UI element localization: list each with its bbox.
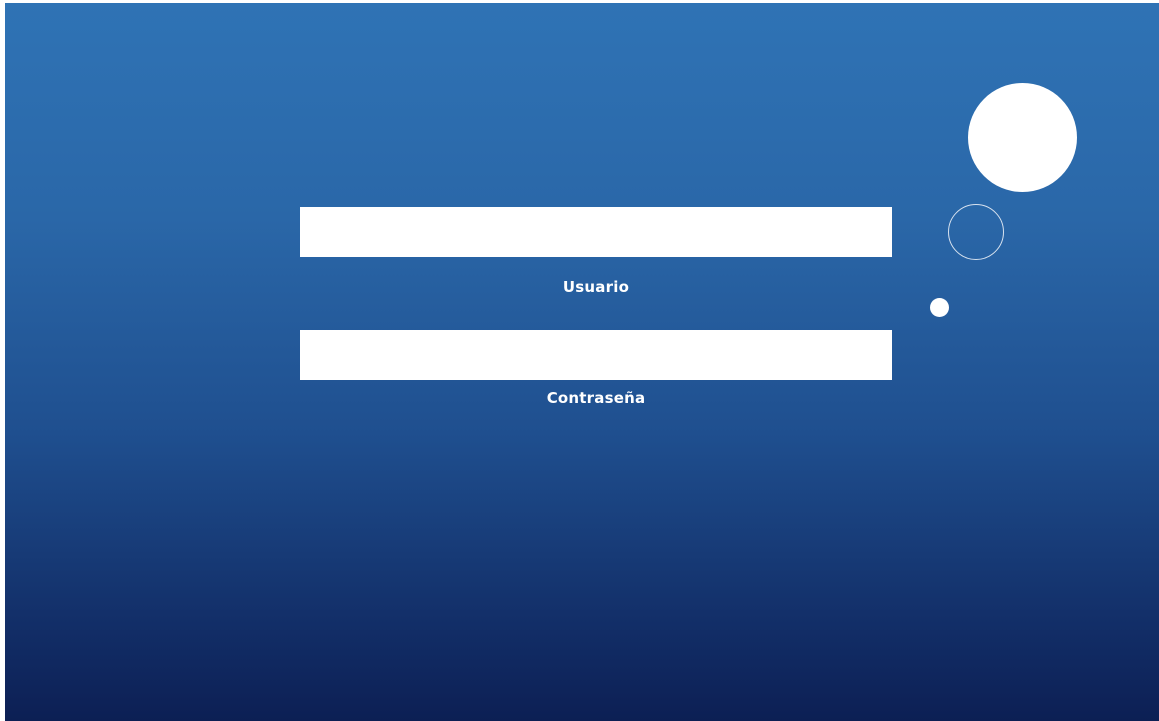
ring-circle-icon: [948, 204, 1004, 260]
small-dot-icon: [930, 298, 949, 317]
username-input[interactable]: [300, 207, 892, 257]
username-label: Usuario: [562, 278, 630, 296]
large-circle-icon: [968, 83, 1077, 192]
password-input[interactable]: [300, 330, 892, 380]
password-label: Contraseña: [546, 389, 646, 407]
login-screen: Usuario Contraseña: [5, 3, 1159, 721]
